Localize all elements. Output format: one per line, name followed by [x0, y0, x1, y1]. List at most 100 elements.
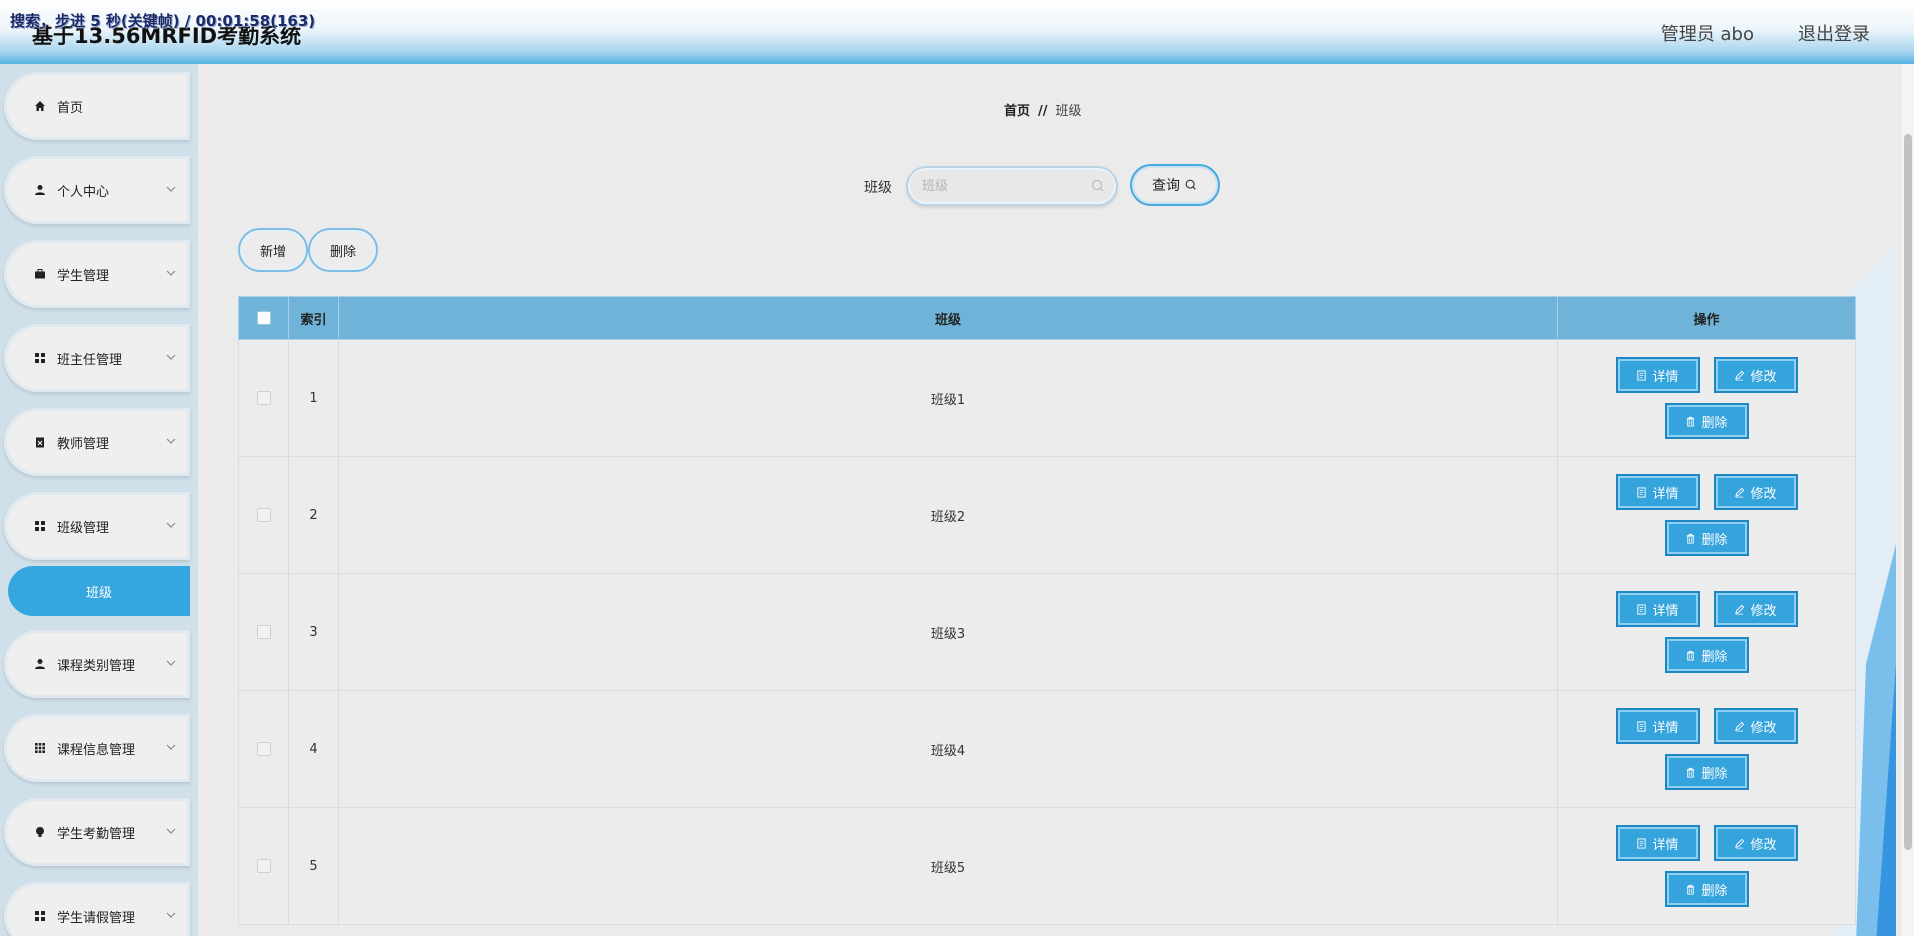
- chevron-down-icon: [166, 270, 176, 276]
- select-all-checkbox[interactable]: [256, 311, 271, 325]
- table-row: 2 班级2 详情 修改删除: [238, 457, 1856, 574]
- header-ops: 操作: [1693, 312, 1720, 328]
- delete-button[interactable]: 删除: [1664, 637, 1749, 673]
- detail-button[interactable]: 详情: [1615, 474, 1700, 510]
- detail-button[interactable]: 详情: [1615, 591, 1700, 627]
- sidebar-item-classes[interactable]: 班级管理: [4, 492, 190, 560]
- row-checkbox[interactable]: [256, 859, 271, 873]
- delete-button-label: 删除: [1701, 532, 1728, 548]
- document-icon: [1637, 486, 1647, 498]
- delete-button[interactable]: 删除: [1664, 871, 1749, 907]
- apps-icon: [32, 740, 48, 756]
- search-label: 班级: [864, 180, 892, 196]
- trash-icon: [1687, 416, 1695, 427]
- scrollbar-thumb[interactable]: [1904, 134, 1912, 850]
- sidebar-item-label: 首页: [57, 100, 84, 116]
- row-checkbox[interactable]: [256, 742, 271, 756]
- sidebar-item-home[interactable]: 首页: [4, 72, 190, 140]
- table-row: 4 班级4 详情 修改 删除: [238, 691, 1856, 808]
- row-checkbox[interactable]: [256, 508, 271, 522]
- chevron-down-icon: [166, 660, 176, 666]
- delete-button[interactable]: 删除: [1664, 520, 1749, 556]
- sidebar-item-course-categories[interactable]: 课程类别管理: [4, 630, 190, 698]
- edit-button-label: 修改: [1750, 837, 1777, 853]
- row-check-cell: [239, 340, 289, 456]
- detail-button[interactable]: 详情: [1615, 825, 1700, 861]
- edit-button-label: 修改: [1750, 486, 1777, 502]
- row-class-name: 班级2: [339, 457, 1558, 573]
- row-index: 1: [289, 340, 339, 456]
- sidebar-item-label: 学生考勤管理: [57, 826, 136, 842]
- row-ops: 详情 修改删除: [1558, 457, 1855, 573]
- delete-button[interactable]: 删除: [1664, 754, 1749, 790]
- logout-link[interactable]: 退出登录: [1798, 20, 1870, 46]
- detail-button[interactable]: 详情: [1615, 708, 1700, 744]
- sidebar-item-label: 教师管理: [57, 436, 110, 452]
- query-button-label: 查询: [1152, 178, 1180, 194]
- row-checkbox[interactable]: [256, 391, 271, 405]
- chevron-down-icon: [166, 438, 176, 444]
- breadcrumb-separator: //: [1038, 104, 1048, 119]
- sidebar-item-course-info[interactable]: 课程信息管理: [4, 714, 190, 782]
- grid-icon: [32, 350, 48, 366]
- edit-button[interactable]: 修改: [1713, 825, 1798, 861]
- document-icon: [1637, 603, 1647, 615]
- header-index: 索引: [289, 297, 339, 339]
- trash-icon: [1687, 767, 1695, 778]
- sidebar-item-teachers[interactable]: 教师管理: [4, 408, 190, 476]
- query-button[interactable]: 查询: [1130, 164, 1220, 206]
- row-ops: 详情 修改删除: [1558, 340, 1855, 456]
- edit-button-label: 修改: [1750, 603, 1777, 619]
- grid-icon: [32, 908, 48, 924]
- chevron-down-icon: [166, 828, 176, 834]
- edit-button-label: 修改: [1750, 369, 1777, 385]
- row-index: 2: [289, 457, 339, 573]
- briefcase-icon: [32, 266, 48, 282]
- row-check-cell: [239, 691, 289, 807]
- sidebar-item-label: 课程信息管理: [57, 742, 136, 758]
- document-icon: [1637, 369, 1647, 381]
- lightbulb-icon: [32, 824, 48, 840]
- sidebar-item-students[interactable]: 学生管理: [4, 240, 190, 308]
- sidebar-item-leave[interactable]: 学生请假管理: [4, 882, 190, 936]
- detail-button[interactable]: 详情: [1615, 357, 1700, 393]
- row-check-cell: [239, 808, 289, 924]
- sidebar-subitem-class[interactable]: 班级: [8, 566, 190, 616]
- edit-icon: [1735, 604, 1745, 614]
- add-button-label: 新增: [259, 244, 286, 260]
- edit-button[interactable]: 修改: [1713, 474, 1798, 510]
- table-row: 3 班级3 详情 修改 删除: [238, 574, 1856, 691]
- class-table: 索引 班级 操作 1 班级1 详情 修改 删除 2 班级2 详情 修改 删除 3 班级3 详情 修改 删除 4…: [238, 296, 1856, 925]
- chevron-down-icon: [166, 522, 176, 528]
- top-header: 基于13.56MRFID考勤系统 搜索，步进 5 秒(关键帧) / 00:01:…: [0, 0, 1914, 64]
- detail-button-label: 详情: [1652, 837, 1679, 853]
- search-field[interactable]: [906, 166, 1118, 206]
- edit-button[interactable]: 修改: [1713, 708, 1798, 744]
- edit-button[interactable]: 修改: [1713, 357, 1798, 393]
- edit-button[interactable]: 修改: [1713, 591, 1798, 627]
- search-icon: [1091, 179, 1104, 192]
- row-ops: 详情 修改删除: [1558, 691, 1855, 807]
- search-input[interactable]: [922, 178, 1082, 194]
- row-check-cell: [239, 457, 289, 573]
- add-button[interactable]: 新增: [238, 228, 308, 272]
- current-user: 管理员 abo: [1660, 24, 1754, 45]
- row-checkbox[interactable]: [256, 625, 271, 639]
- breadcrumb-current: 班级: [1055, 104, 1082, 119]
- page-scrollbar[interactable]: [1902, 64, 1914, 936]
- sidebar-item-attendance[interactable]: 学生考勤管理: [4, 798, 190, 866]
- row-index: 5: [289, 808, 339, 924]
- row-class-name: 班级4: [339, 691, 1558, 807]
- person-icon: [32, 656, 48, 672]
- table-row: 5 班级5 详情 修改 删除: [238, 808, 1856, 925]
- sidebar-item-profile[interactable]: 个人中心: [4, 156, 190, 224]
- delete-button-label: 删除: [1701, 649, 1728, 665]
- bulk-delete-button[interactable]: 删除: [308, 228, 378, 272]
- sidebar-item-label: 学生请假管理: [57, 910, 136, 926]
- row-ops: 详情 修改删除: [1558, 808, 1855, 924]
- delete-button[interactable]: 删除: [1664, 403, 1749, 439]
- breadcrumb-home[interactable]: 首页: [1004, 104, 1030, 119]
- delete-button-label: 删除: [1701, 883, 1728, 899]
- search-icon: [1185, 179, 1196, 190]
- sidebar-item-head-teachers[interactable]: 班主任管理: [4, 324, 190, 392]
